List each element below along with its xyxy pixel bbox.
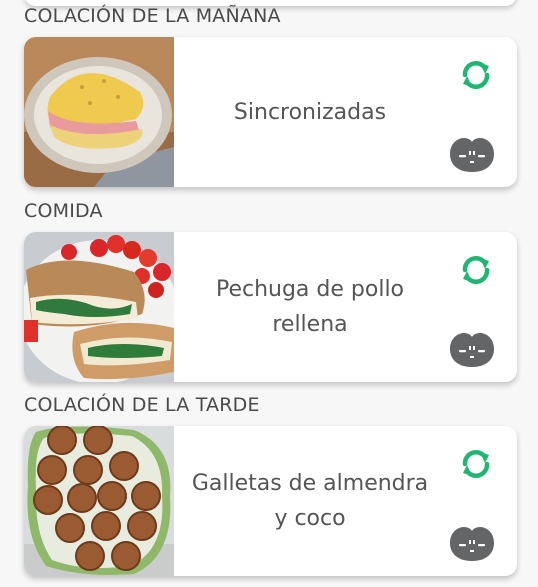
- rate-meal-button[interactable]: [448, 330, 496, 370]
- meal-name-line: Galletas de almendra: [191, 471, 429, 496]
- meal-name[interactable]: Pechuga de pollo rellena: [178, 232, 442, 382]
- section-title-afternoon-snack: COLACIÓN DE LA TARDE: [24, 394, 260, 416]
- meal-name-line: y coco: [274, 506, 346, 531]
- meal-card-afternoon-snack[interactable]: Galletas de almendra y coco: [24, 426, 517, 576]
- meal-name-line: Pechuga de pollo: [215, 277, 405, 302]
- swap-meal-button[interactable]: [456, 250, 496, 290]
- meal-name[interactable]: Galletas de almendra y coco: [178, 426, 442, 576]
- rate-meal-button[interactable]: [448, 135, 496, 175]
- swap-meal-button[interactable]: [456, 55, 496, 95]
- section-title-lunch: COMIDA: [24, 200, 103, 222]
- swap-meal-button[interactable]: [456, 444, 496, 484]
- refresh-icon: [462, 450, 490, 478]
- meal-card-morning-snack[interactable]: Sincronizadas: [24, 37, 517, 187]
- mood-face-icon: [450, 138, 494, 172]
- mood-face-icon: [450, 333, 494, 367]
- meal-name-line: Sincronizadas: [233, 99, 387, 125]
- meal-photo-stuffed-chicken: [24, 232, 174, 382]
- section-title-morning-snack: COLACIÓN DE LA MAÑANA: [24, 5, 281, 27]
- meal-photo-quesadilla: [24, 37, 174, 187]
- meal-card-lunch[interactable]: Pechuga de pollo rellena: [24, 232, 517, 382]
- meal-name[interactable]: Sincronizadas: [178, 37, 442, 187]
- mood-face-icon: [450, 527, 494, 561]
- meal-name-line: rellena: [272, 312, 348, 337]
- rate-meal-button[interactable]: [448, 524, 496, 564]
- refresh-icon: [462, 61, 490, 89]
- refresh-icon: [462, 256, 490, 284]
- meal-photo-almond-cookies: [24, 426, 174, 576]
